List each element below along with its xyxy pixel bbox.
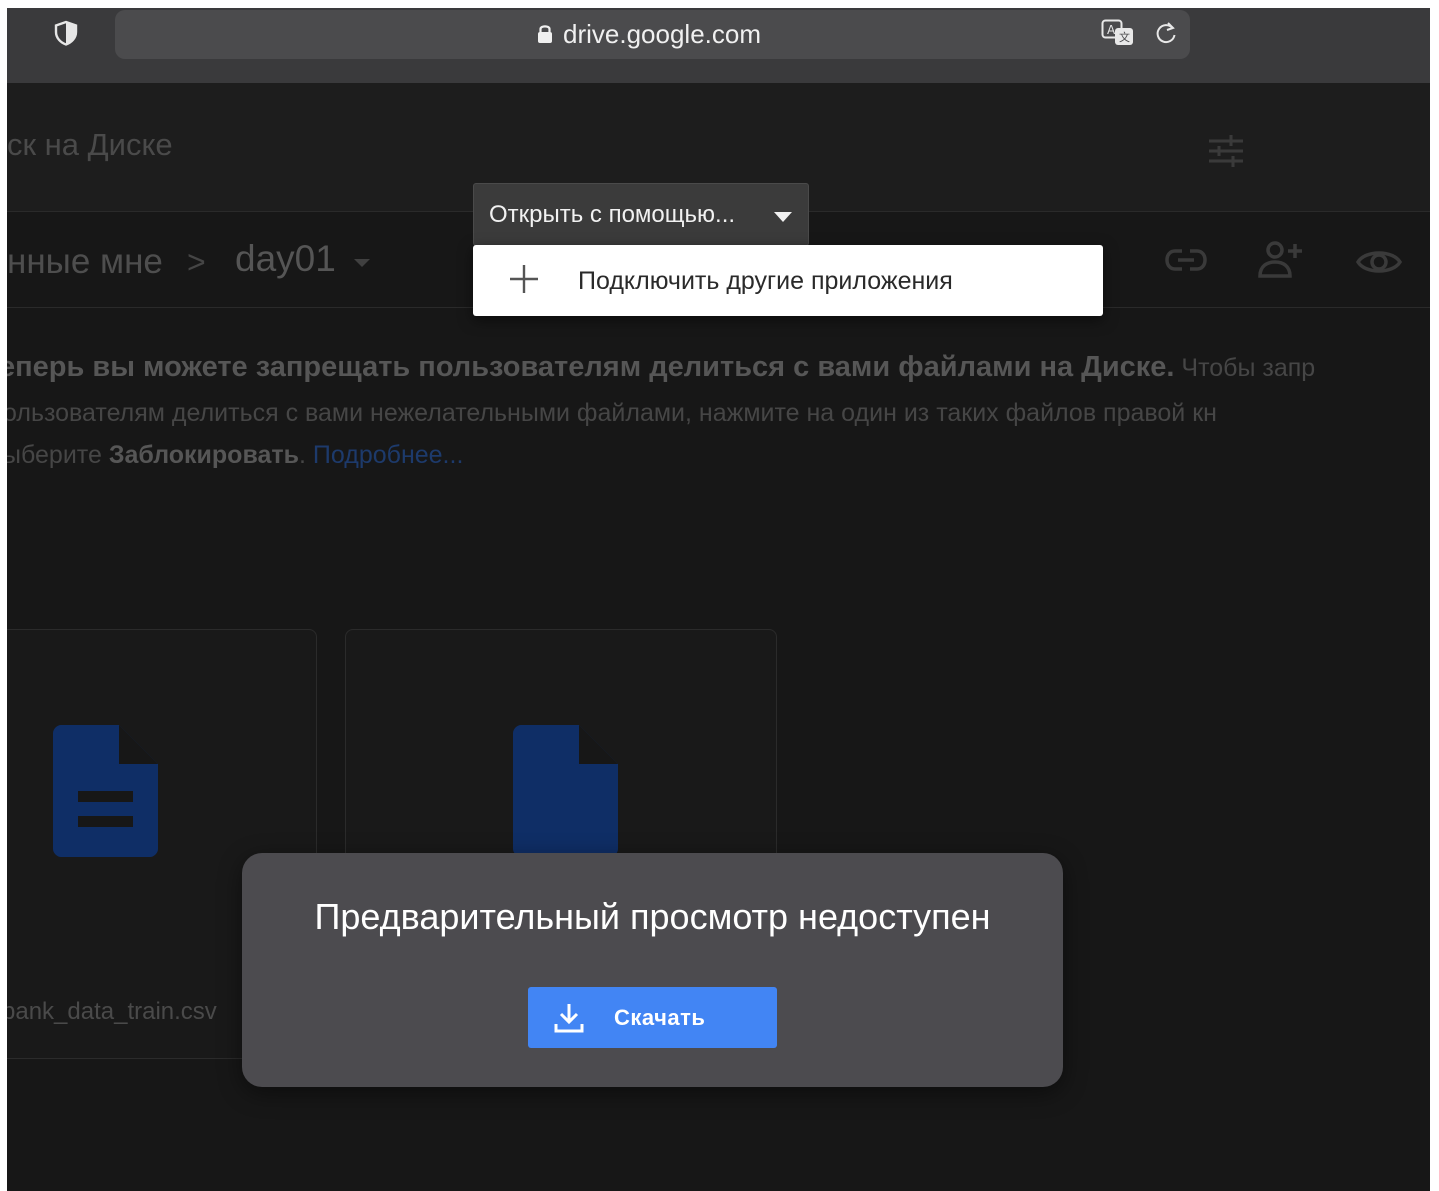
notice-text-1: Чтобы запр	[1174, 354, 1316, 382]
learn-more-link[interactable]: Подробнее...	[313, 441, 464, 469]
screen: drive.google.com A 文 ск на Диске нные мн…	[7, 8, 1430, 1191]
translate-icon[interactable]: A 文	[1101, 19, 1135, 47]
eye-icon[interactable]	[1355, 245, 1403, 279]
add-person-icon[interactable]	[1257, 240, 1305, 278]
tune-icon[interactable]	[1207, 133, 1245, 169]
plus-icon	[510, 265, 538, 293]
notice-line-3: ыберите Заблокировать. Подробнее...	[7, 441, 463, 470]
file-name: bank_data_train.csv	[7, 998, 217, 1025]
notice-line-1: еперь вы можете запрещать пользователям …	[7, 351, 1315, 384]
open-with-menu: Подключить другие приложения	[473, 245, 1103, 316]
url-text: drive.google.com	[563, 19, 761, 49]
breadcrumb-separator: >	[187, 244, 206, 280]
open-with-button[interactable]: Открыть с помощью...	[473, 183, 809, 246]
search-input[interactable]: ск на Диске	[7, 127, 173, 163]
breadcrumb-shared-with-me[interactable]: нные мне	[7, 242, 163, 282]
notice-block-word: Заблокировать	[108, 441, 299, 469]
address-bar[interactable]: drive.google.com A 文	[115, 10, 1190, 59]
link-icon[interactable]	[1164, 247, 1208, 273]
caret-down-icon	[774, 212, 792, 222]
breadcrumb-current-folder[interactable]: day01	[235, 238, 336, 280]
open-with-label: Открыть с помощью...	[489, 201, 736, 228]
drive-page: ск на Диске нные мне > day01 еперь вы мо…	[7, 83, 1430, 1191]
shield-icon[interactable]	[53, 20, 79, 46]
notice-dot: .	[299, 441, 313, 469]
dialog-title: Предварительный просмотр недоступен	[314, 896, 991, 937]
notice-text-3: ыберите	[7, 441, 109, 469]
notice-headline: еперь вы можете запрещать пользователям …	[7, 351, 1175, 383]
menu-item-label: Подключить другие приложения	[578, 267, 953, 295]
svg-text:文: 文	[1119, 30, 1130, 44]
svg-text:A: A	[1107, 23, 1116, 37]
download-label: Скачать	[614, 1005, 706, 1030]
reload-icon[interactable]	[1154, 20, 1178, 46]
download-icon	[554, 1004, 584, 1033]
browser-toolbar: drive.google.com A 文	[7, 8, 1430, 83]
document-icon	[513, 725, 618, 857]
preview-unavailable-dialog: Предварительный просмотр недоступен Скач…	[242, 853, 1063, 1087]
notice-line-2: ользователям делиться с вами нежелательн…	[7, 399, 1217, 427]
menu-item-connect-apps[interactable]: Подключить другие приложения	[473, 245, 1103, 316]
lock-icon	[538, 25, 552, 43]
document-icon	[53, 725, 158, 857]
download-button[interactable]: Скачать	[528, 987, 777, 1048]
caret-down-icon[interactable]	[352, 256, 372, 270]
